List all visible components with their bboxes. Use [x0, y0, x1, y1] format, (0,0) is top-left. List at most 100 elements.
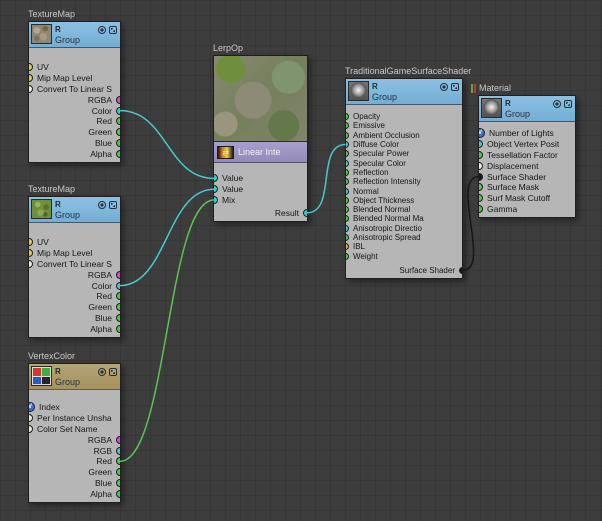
per-instance-unsha-port-dot[interactable]	[29, 414, 33, 423]
port-label: Blue	[94, 477, 112, 488]
reflection-port-dot[interactable]	[346, 168, 349, 176]
rgb-port-dot[interactable]	[116, 446, 120, 455]
value-port-dot[interactable]	[214, 174, 218, 183]
anisotropic-spread-port-dot[interactable]	[346, 234, 349, 241]
green-port-dot[interactable]	[116, 468, 120, 477]
mip-map-level-port-dot[interactable]	[29, 74, 33, 83]
result-port-dot[interactable]	[303, 208, 307, 217]
wire-texturemap1-color-to-lerp-value1[interactable]	[119, 109, 215, 180]
render-badge: R	[55, 200, 61, 209]
options-icon[interactable]	[564, 99, 572, 108]
convert-to-linear-s-port-dot[interactable]	[29, 84, 33, 93]
node-vertexcolor[interactable]: VertexColor R Group V Index Per Instance…	[28, 350, 121, 504]
node-lerpop[interactable]: LerpOp ⇄ Linear Inte Value Value Mix Resul…	[213, 42, 308, 223]
node-header[interactable]: ⇄ Linear Inte	[214, 142, 307, 163]
output-row-result: Result	[214, 207, 307, 218]
port-label: RGBA	[87, 269, 112, 280]
blended-normal-port-dot[interactable]	[346, 206, 349, 214]
options-icon[interactable]	[109, 25, 117, 34]
port-label: Red	[96, 291, 112, 302]
color-port-dot[interactable]	[116, 281, 120, 290]
blue-port-dot[interactable]	[116, 313, 120, 322]
red-port-dot[interactable]	[116, 117, 120, 126]
node-header[interactable]: R Group	[29, 197, 120, 223]
diffuse-color-port-dot[interactable]	[346, 141, 349, 149]
alpha-port-dot[interactable]	[116, 489, 120, 498]
uv-port-dot[interactable]	[29, 63, 33, 72]
blue-port-dot[interactable]	[116, 138, 120, 147]
node-header[interactable]: R Group	[479, 96, 575, 122]
color-set-name-port-dot[interactable]	[29, 424, 33, 433]
node-box[interactable]: ⇄ Linear Inte Value Value Mix Result	[213, 55, 308, 223]
object-thickness-port-dot[interactable]	[346, 196, 349, 204]
weight-port-dot[interactable]	[346, 252, 349, 260]
wire-vertexcolor-red-to-lerp-mix[interactable]	[119, 199, 215, 463]
specular-color-port-dot[interactable]	[346, 159, 349, 167]
node-graph-canvas[interactable]: TextureMap R Group UV Mip Map Level Conve	[0, 0, 602, 521]
mix-port-dot[interactable]	[214, 195, 218, 204]
green-port-dot[interactable]	[116, 303, 120, 312]
green-port-dot[interactable]	[116, 128, 120, 137]
object-vertex-posit-port-dot[interactable]	[479, 140, 483, 149]
node-box[interactable]: R Group UV Mip Map Level Convert To Linear…	[28, 196, 121, 339]
normal-port-dot[interactable]	[346, 187, 349, 195]
gamma-port-dot[interactable]	[479, 204, 483, 213]
options-icon[interactable]	[109, 367, 117, 376]
options-icon[interactable]	[109, 200, 117, 209]
ibl-port-dot[interactable]	[346, 243, 349, 251]
emissive-port-dot[interactable]	[346, 122, 349, 130]
node-header[interactable]: R Group	[346, 79, 462, 105]
port-label: Convert To Linear S	[37, 83, 112, 94]
convert-to-linear-s-port-dot[interactable]	[29, 259, 33, 268]
node-box[interactable]: R Group V Index Per Instance Unsha Color Se…	[28, 363, 121, 504]
reflection-intensity-port-dot[interactable]	[346, 178, 349, 186]
displacement-port-dot[interactable]	[479, 161, 483, 170]
node-title: TraditionalGameSurfaceShader	[345, 65, 471, 77]
wire-lerp-result-to-diffuse-color[interactable]	[306, 143, 346, 214]
output-row-rgba: RGBA	[29, 434, 120, 445]
node-material[interactable]: Material R Group V Number of Lights Obje…	[471, 82, 576, 219]
color-port-dot[interactable]	[116, 106, 120, 115]
surf-mask-cutoff-port-dot[interactable]	[479, 194, 483, 203]
surface-shader-port-dot[interactable]	[479, 172, 483, 181]
wire-texturemap2-color-to-lerp-value2[interactable]	[119, 188, 215, 287]
blue-port-dot[interactable]	[116, 478, 120, 487]
blend-texture-preview[interactable]	[214, 56, 307, 142]
node-texturemap-1[interactable]: TextureMap R Group UV Mip Map Level Conve	[28, 8, 121, 164]
surface-mask-port-dot[interactable]	[479, 183, 483, 192]
node-box[interactable]: R Group V Number of Lights Object Vertex P…	[478, 95, 576, 219]
blended-normal-ma-port-dot[interactable]	[346, 215, 349, 223]
node-box[interactable]: R Group UV Mip Map Level Convert To Linear…	[28, 21, 121, 164]
clock-icon[interactable]	[98, 200, 106, 209]
red-port-dot[interactable]	[116, 457, 120, 466]
rgba-port-dot[interactable]	[116, 95, 120, 104]
clock-icon[interactable]	[98, 25, 106, 34]
node-header[interactable]: R Group	[29, 22, 120, 48]
ambient-occlusion-port-dot[interactable]	[346, 131, 349, 139]
specular-power-port-dot[interactable]	[346, 150, 349, 158]
render-badge: R	[505, 99, 511, 108]
node-header[interactable]: R Group	[29, 364, 120, 390]
clock-icon[interactable]	[440, 82, 448, 91]
node-traditionalgamesurfaceshader[interactable]: TraditionalGameSurfaceShader R Group Opa…	[345, 65, 471, 280]
mip-map-level-port-dot[interactable]	[29, 249, 33, 258]
rgba-port-dot[interactable]	[116, 270, 120, 279]
clock-icon[interactable]	[98, 367, 106, 376]
node-texturemap-2[interactable]: TextureMap R Group UV Mip Map Level Conve	[28, 183, 121, 339]
port-label: Gamma	[487, 203, 518, 214]
tessellation-factor-port-dot[interactable]	[479, 150, 483, 159]
node-box[interactable]: R Group Opacity Emissive Ambient Occlusion…	[345, 78, 463, 280]
rgba-port-dot[interactable]	[116, 435, 120, 444]
uv-port-dot[interactable]	[29, 238, 33, 247]
opacity-port-dot[interactable]	[346, 113, 349, 121]
clock-icon[interactable]	[553, 99, 561, 108]
anisotropic-directio-port-dot[interactable]	[346, 224, 349, 232]
value-port-dot[interactable]	[214, 185, 218, 194]
index-port-dot[interactable]: V	[29, 402, 35, 413]
options-icon[interactable]	[451, 82, 459, 91]
alpha-port-dot[interactable]	[116, 324, 120, 333]
surface-shader-port-dot[interactable]	[459, 266, 462, 274]
red-port-dot[interactable]	[116, 292, 120, 301]
number-of-lights-port-dot[interactable]: V	[479, 128, 485, 139]
alpha-port-dot[interactable]	[116, 149, 120, 158]
